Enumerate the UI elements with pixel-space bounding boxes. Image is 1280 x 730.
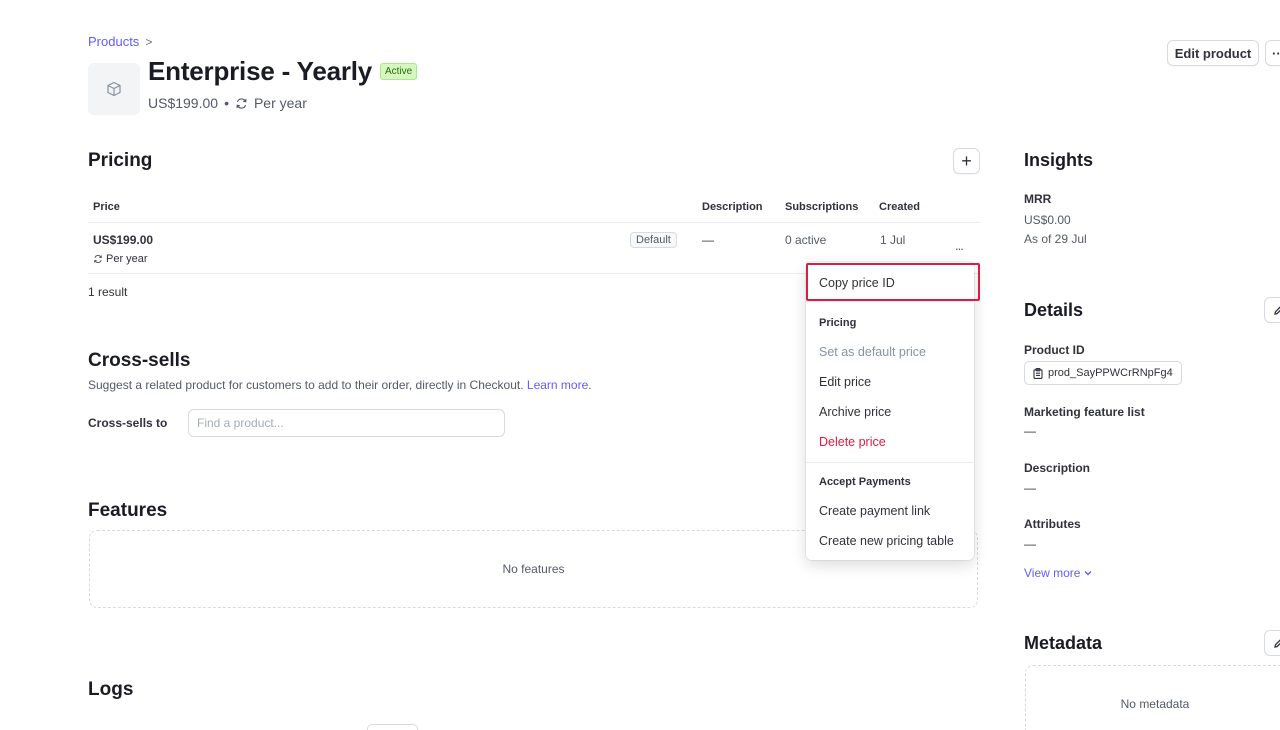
product-price: US$199.00 (148, 95, 219, 111)
menu-divider (806, 462, 974, 463)
recurring-icon (236, 97, 247, 109)
view-more-link[interactable]: View more (1024, 566, 1093, 580)
menu-divider (806, 301, 974, 302)
row-price: US$199.00 (93, 233, 154, 247)
product-id-copy-button[interactable]: prod_SayPPWCrRNpFg4 (1024, 361, 1182, 385)
product-title: Enterprise - Yearly (148, 56, 373, 86)
mrr-as-of: As of 29 Jul (1024, 232, 1087, 246)
default-badge: Default (630, 232, 677, 248)
attributes-value: — (1024, 537, 1036, 551)
logs-title: Logs (88, 679, 134, 700)
description-value: — (1024, 481, 1036, 495)
metadata-empty-state: No metadata (1025, 665, 1280, 730)
create-payment-link-item[interactable]: Create payment link (819, 504, 930, 518)
chevron-right-icon: > (145, 34, 153, 49)
separator-dot: • (224, 95, 229, 111)
product-id-label: Product ID (1024, 343, 1085, 357)
crosssells-description: Suggest a related product for customers … (88, 378, 592, 392)
product-summary: US$199.00 • Per year (148, 95, 307, 111)
archive-price-item[interactable]: Archive price (819, 405, 891, 419)
row-description: — (702, 233, 714, 247)
logs-filter-button[interactable] (367, 724, 418, 730)
pencil-icon (1274, 639, 1280, 648)
set-default-price-item[interactable]: Set as default price (819, 345, 926, 359)
crosssells-title: Cross-sells (88, 350, 191, 371)
features-title: Features (88, 500, 168, 521)
menu-section-accept-payments: Accept Payments (819, 476, 911, 488)
edit-metadata-button[interactable] (1264, 630, 1280, 656)
row-created: 1 Jul (880, 233, 906, 247)
menu-section-pricing: Pricing (819, 317, 857, 329)
details-title: Details (1024, 300, 1084, 320)
create-pricing-table-item[interactable]: Create new pricing table (819, 534, 954, 548)
copy-price-id-highlight (806, 263, 980, 301)
view-more-label: View more (1024, 566, 1081, 580)
pricing-title: Pricing (88, 150, 153, 171)
crosssells-search-input[interactable]: Find a product... (188, 409, 505, 437)
mrr-label: MRR (1024, 192, 1052, 206)
crosssells-field-label: Cross-sells to (88, 416, 168, 430)
column-header-created: Created (879, 201, 920, 213)
mrr-value: US$0.00 (1024, 213, 1071, 227)
price-context-menu: Copy price ID Pricing Set as default pri… (806, 262, 974, 560)
result-count: 1 result (88, 285, 128, 299)
status-badge: Active (380, 63, 418, 80)
chevron-down-icon (1084, 571, 1092, 576)
learn-more-link[interactable]: Learn more (527, 378, 588, 392)
recurring-icon (94, 255, 102, 263)
attributes-label: Attributes (1024, 517, 1081, 531)
breadcrumb-products-link[interactable]: Products (88, 34, 139, 49)
product-id-value: prod_SayPPWCrRNpFg4 (1048, 367, 1173, 379)
insights-title: Insights (1024, 150, 1094, 170)
metadata-title: Metadata (1024, 633, 1103, 653)
breadcrumb: Products > (88, 34, 152, 49)
edit-details-button[interactable] (1264, 297, 1280, 323)
clipboard-icon (1033, 367, 1043, 379)
features-empty-text: No features (502, 562, 565, 576)
row-interval: Per year (93, 253, 148, 265)
edit-price-item[interactable]: Edit price (819, 375, 871, 389)
column-header-subscriptions: Subscriptions (785, 201, 859, 213)
product-interval: Per year (253, 95, 307, 111)
crosssells-description-text: Suggest a related product for customers … (88, 378, 524, 392)
column-header-price: Price (93, 201, 120, 213)
row-subscriptions: 0 active (785, 233, 827, 247)
column-header-description: Description (702, 201, 763, 213)
description-label: Description (1024, 461, 1091, 475)
add-price-button[interactable]: + (953, 148, 980, 174)
marketing-feature-value: — (1024, 424, 1036, 438)
row-actions-button[interactable]: ... (955, 238, 964, 253)
table-header-divider (88, 222, 980, 223)
edit-product-button[interactable]: Edit product (1167, 40, 1259, 66)
marketing-feature-label: Marketing feature list (1024, 405, 1145, 419)
row-interval-label: Per year (106, 253, 148, 265)
cube-icon (107, 81, 121, 97)
pencil-icon (1274, 306, 1280, 315)
more-actions-button[interactable]: ··· (1265, 40, 1280, 66)
delete-price-item[interactable]: Delete price (819, 435, 886, 449)
product-image-placeholder[interactable] (88, 63, 140, 115)
metadata-empty-text: No metadata (1120, 696, 1190, 711)
